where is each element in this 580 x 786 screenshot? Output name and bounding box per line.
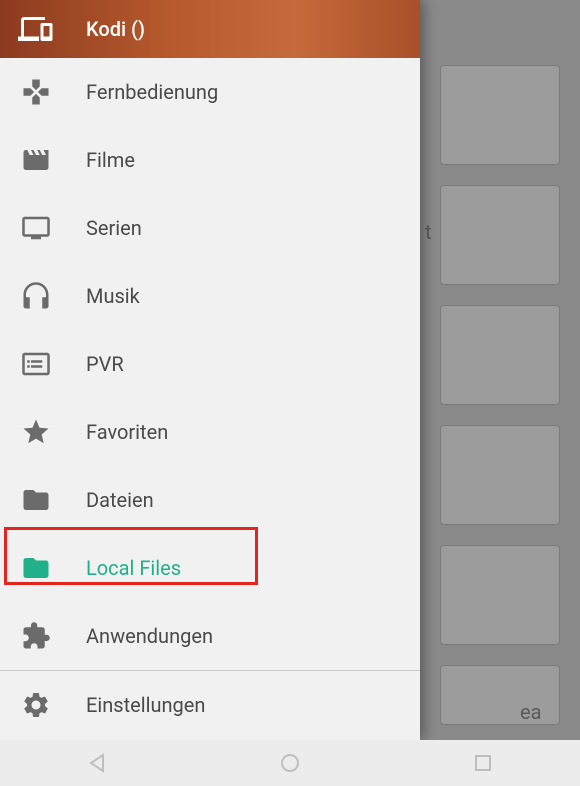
star-icon	[18, 414, 54, 450]
home-icon[interactable]	[278, 751, 302, 775]
menu-label: Anwendungen	[86, 624, 213, 648]
menu-label: Serien	[86, 216, 142, 240]
dvr-icon	[18, 346, 54, 382]
menu-label: PVR	[86, 352, 124, 376]
headphones-icon	[18, 278, 54, 314]
menu-item-pvr[interactable]: PVR	[0, 330, 420, 398]
back-icon[interactable]	[85, 751, 109, 775]
devices-icon	[18, 11, 54, 47]
background-card	[440, 545, 560, 645]
folder-icon	[18, 482, 54, 518]
navigation-drawer: Kodi () Fernbedienung Filme Serien Mus	[0, 0, 420, 740]
folder-icon	[18, 550, 54, 586]
menu-item-music[interactable]: Musik	[0, 262, 420, 330]
menu-label: Einstellungen	[86, 693, 205, 717]
gamepad-icon	[18, 74, 54, 110]
background-card	[440, 425, 560, 525]
menu-item-series[interactable]: Serien	[0, 194, 420, 262]
menu-item-files[interactable]: Dateien	[0, 466, 420, 534]
drawer-menu: Fernbedienung Filme Serien Musik PVR	[0, 58, 420, 740]
menu-item-local-files[interactable]: Local Files	[0, 534, 420, 602]
drawer-header[interactable]: Kodi ()	[0, 0, 420, 58]
menu-item-movies[interactable]: Filme	[0, 126, 420, 194]
tv-icon	[18, 210, 54, 246]
movie-icon	[18, 142, 54, 178]
menu-label: Musik	[86, 284, 140, 308]
menu-item-remote[interactable]: Fernbedienung	[0, 58, 420, 126]
menu-label: Local Files	[86, 556, 181, 580]
background-card	[440, 305, 560, 405]
menu-label: Dateien	[86, 488, 154, 512]
background-card	[440, 65, 560, 165]
bg-text-fragment: t	[425, 220, 432, 244]
extension-icon	[18, 618, 54, 654]
menu-item-favorites[interactable]: Favoriten	[0, 398, 420, 466]
menu-item-applications[interactable]: Anwendungen	[0, 602, 420, 670]
android-navbar	[0, 740, 580, 786]
recents-icon[interactable]	[471, 751, 495, 775]
menu-label: Fernbedienung	[86, 80, 218, 104]
bg-text-fragment: ea	[520, 700, 541, 724]
background-card	[440, 185, 560, 285]
drawer-title: Kodi ()	[86, 17, 145, 41]
menu-item-settings[interactable]: Einstellungen	[0, 671, 420, 739]
menu-label: Favoriten	[86, 420, 168, 444]
gear-icon	[18, 687, 54, 723]
background-card	[440, 665, 560, 725]
menu-label: Filme	[86, 148, 135, 172]
